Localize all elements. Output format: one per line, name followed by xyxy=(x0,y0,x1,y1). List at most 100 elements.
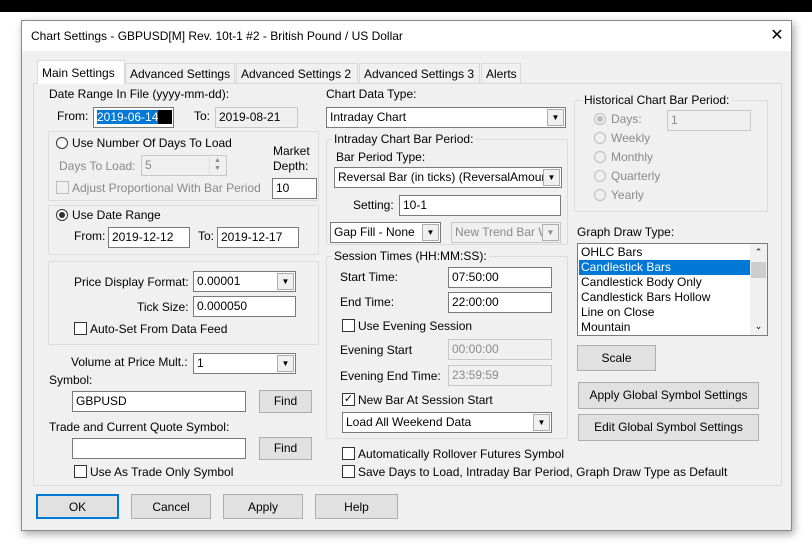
chevron-down-icon[interactable]: ⌄ xyxy=(750,318,767,335)
range-to-input[interactable]: 2019-12-17 xyxy=(217,227,299,248)
bar-period-type-select[interactable]: Reversal Bar (in ticks) (ReversalAmount ▼ xyxy=(334,167,562,188)
use-days-radio[interactable] xyxy=(56,137,68,149)
volume-mult-label: Volume at Price Mult.: xyxy=(71,355,188,369)
chevron-up-icon[interactable]: ⌃ xyxy=(750,244,767,261)
tab-alerts[interactable]: Alerts xyxy=(481,63,521,83)
auto-set-checkbox[interactable] xyxy=(74,322,87,335)
chevron-down-icon: ▼ xyxy=(542,224,559,241)
tab-main-settings[interactable]: Main Settings xyxy=(37,60,125,84)
scale-button[interactable]: Scale xyxy=(577,345,656,371)
days-radio-label: Days: xyxy=(611,112,642,126)
market-depth-label-2: Depth: xyxy=(273,159,309,173)
list-item[interactable]: Candlestick Body Only xyxy=(579,275,750,290)
evening-end-input: 23:59:59 xyxy=(448,365,552,386)
symbol-label: Symbol: xyxy=(49,373,93,387)
background-band xyxy=(0,0,812,12)
tab-advanced-settings-2[interactable]: Advanced Settings 2 xyxy=(236,63,358,83)
session-group-label: Session Times (HH:MM:SS): xyxy=(332,249,489,263)
rollover-label: Automatically Rollover Futures Symbol xyxy=(358,447,565,461)
find-trade-symbol-button[interactable]: Find xyxy=(259,437,312,460)
file-from-input[interactable]: 2019-06-14 xyxy=(93,107,174,128)
adjust-proportional-checkbox xyxy=(56,181,69,194)
tick-size-input[interactable]: 0.000050 xyxy=(193,296,296,317)
gap-fill-select[interactable]: Gap Fill - None ▼ xyxy=(330,222,441,243)
weekly-radio xyxy=(594,132,606,144)
trade-only-label: Use As Trade Only Symbol xyxy=(90,465,234,479)
use-date-range-radio[interactable] xyxy=(56,209,68,221)
monthly-radio xyxy=(594,151,606,163)
chart-data-type-select[interactable]: Intraday Chart ▼ xyxy=(326,107,566,128)
window-title: Chart Settings - GBPUSD[M] Rev. 10t-1 #2… xyxy=(31,29,403,43)
list-item-selected[interactable]: Candlestick Bars xyxy=(579,260,750,275)
yearly-radio xyxy=(594,189,606,201)
monthly-radio-label: Monthly xyxy=(611,150,654,164)
setting-label: Setting: xyxy=(353,198,394,212)
cancel-button[interactable]: Cancel xyxy=(131,494,211,519)
market-depth-input[interactable]: 10 xyxy=(272,178,317,199)
tick-size-label: Tick Size: xyxy=(137,300,189,314)
tab-advanced-settings-3[interactable]: Advanced Settings 3 xyxy=(359,63,480,83)
historical-group-label: Historical Chart Bar Period: xyxy=(582,93,732,107)
list-item[interactable]: Mountain xyxy=(579,320,750,335)
chevron-down-icon: ▼ xyxy=(422,224,439,241)
trade-symbol-input[interactable] xyxy=(72,438,246,459)
quarterly-radio-label: Quarterly xyxy=(611,169,661,183)
help-button[interactable]: Help xyxy=(315,494,398,519)
edit-global-settings-button[interactable]: Edit Global Symbol Settings xyxy=(578,414,759,441)
new-trend-bar-select: New Trend Bar W ▼ xyxy=(451,222,561,243)
new-bar-session-checkbox[interactable]: ✓ xyxy=(342,393,355,406)
setting-input[interactable]: 10-1 xyxy=(399,195,561,216)
intraday-group-label: Intraday Chart Bar Period: xyxy=(332,132,476,146)
rollover-checkbox[interactable] xyxy=(342,447,355,460)
ok-button[interactable]: OK xyxy=(36,494,119,519)
chevron-down-icon: ▼ xyxy=(277,355,294,372)
range-from-input[interactable]: 2019-12-12 xyxy=(108,227,190,248)
weekend-data-select[interactable]: Load All Weekend Data ▼ xyxy=(342,412,552,433)
chart-settings-dialog: Chart Settings - GBPUSD[M] Rev. 10t-1 #2… xyxy=(21,20,792,531)
apply-global-settings-button[interactable]: Apply Global Symbol Settings xyxy=(578,382,759,409)
range-to-label: To: xyxy=(198,229,215,243)
new-bar-session-label: New Bar At Session Start xyxy=(358,393,493,407)
evening-session-label: Use Evening Session xyxy=(358,319,473,333)
title-bar: Chart Settings - GBPUSD[M] Rev. 10t-1 #2… xyxy=(22,21,791,51)
list-item[interactable]: Candlestick Bars Hollow xyxy=(579,290,750,305)
trade-only-checkbox[interactable] xyxy=(74,465,87,478)
price-format-select[interactable]: 0.00001 ▼ xyxy=(193,271,296,292)
start-time-label: Start Time: xyxy=(340,270,399,284)
end-time-input[interactable]: 22:00:00 xyxy=(448,292,552,313)
list-item[interactable]: Line on Close xyxy=(579,305,750,320)
use-days-label: Use Number Of Days To Load xyxy=(72,136,232,150)
symbol-input[interactable]: GBPUSD xyxy=(72,391,246,412)
chevron-down-icon: ▼ xyxy=(533,414,550,431)
evening-end-label: Evening End Time: xyxy=(340,369,441,383)
chevron-down-icon: ▼ xyxy=(543,169,560,186)
use-date-range-label: Use Date Range xyxy=(72,208,161,222)
close-icon[interactable]: ✕ xyxy=(767,25,787,45)
evening-session-checkbox[interactable] xyxy=(342,319,355,332)
list-scrollbar[interactable]: ⌃ ⌄ xyxy=(750,244,767,335)
market-depth-label: Market xyxy=(273,144,310,158)
find-symbol-button[interactable]: Find xyxy=(259,390,312,413)
price-format-label: Price Display Format: xyxy=(74,275,189,289)
quarterly-radio xyxy=(594,170,606,182)
weekly-radio-label: Weekly xyxy=(611,131,651,145)
days-to-load-spinner: 5 ▲ ▼ xyxy=(141,155,227,176)
chart-data-type-label: Chart Data Type: xyxy=(326,87,417,101)
end-time-label: End Time: xyxy=(340,295,395,309)
evening-start-input: 00:00:00 xyxy=(448,339,552,360)
graph-draw-type-list[interactable]: OHLC Bars Candlestick Bars Candlestick B… xyxy=(577,243,768,336)
apply-button[interactable]: Apply xyxy=(223,494,303,519)
yearly-radio-label: Yearly xyxy=(611,188,644,202)
adjust-proportional-label: Adjust Proportional With Bar Period xyxy=(72,181,261,195)
file-to-input: 2019-08-21 xyxy=(215,107,298,128)
start-time-input[interactable]: 07:50:00 xyxy=(448,267,552,288)
historical-days-input: 1 xyxy=(667,110,751,131)
scrollbar-thumb[interactable] xyxy=(751,262,766,278)
chevron-down-icon: ▼ xyxy=(547,109,564,126)
save-default-checkbox[interactable] xyxy=(342,465,355,478)
bar-period-type-label: Bar Period Type: xyxy=(336,150,426,164)
list-item[interactable]: OHLC Bars xyxy=(579,245,750,260)
volume-mult-select[interactable]: 1 ▼ xyxy=(193,353,296,374)
days-radio xyxy=(594,113,606,125)
tab-advanced-settings[interactable]: Advanced Settings xyxy=(125,63,235,83)
